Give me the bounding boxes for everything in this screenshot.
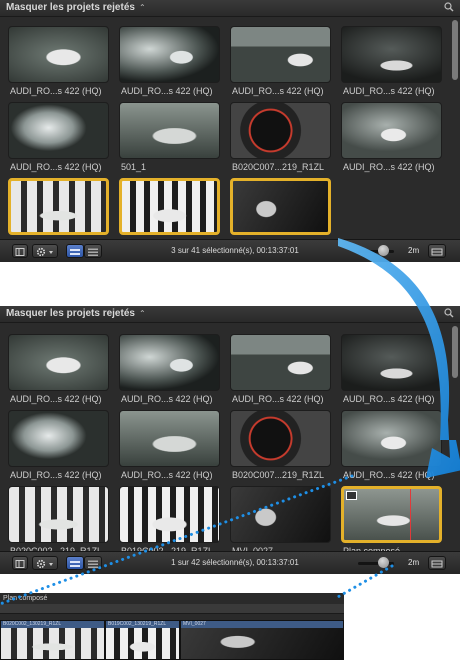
clip-name: AUDI_RO...s 422 (HQ) — [343, 394, 435, 404]
clip-preview-image — [119, 102, 220, 159]
filter-menu[interactable]: Masquer les projets rejetés ⌃ — [6, 2, 146, 14]
clip-name: 501_1 — [121, 162, 147, 172]
list-view-icon — [88, 248, 98, 256]
filter-menu[interactable]: Masquer les projets rejetés ⌃ — [6, 308, 146, 320]
filmstrip-view-button[interactable] — [66, 556, 84, 570]
clip-preview-image — [230, 486, 331, 543]
timeline-title: Plan composé — [3, 595, 48, 602]
selection-status: 3 sur 41 sélectionné(s), 00:13:37:01 — [171, 246, 299, 255]
clip-preview-image — [8, 410, 109, 467]
list-view-icon — [88, 560, 98, 568]
clip-preview-image — [119, 486, 220, 543]
selection-status: 1 sur 42 sélectionné(s), 00:13:37:01 — [171, 558, 299, 567]
clip-preview-image — [8, 102, 109, 159]
sidebar-toggle-button[interactable] — [12, 556, 28, 570]
clip-name: AUDI_RO...s 422 (HQ) — [343, 162, 435, 172]
zoom-slider-knob[interactable] — [378, 245, 389, 256]
clip-name: AUDI_RO...s 422 (HQ) — [343, 470, 435, 480]
duration-label: 2m — [408, 558, 420, 567]
clip-appearance-button[interactable] — [428, 556, 446, 570]
timeline-clip-name: B020C002_130219_R1ZL — [1, 621, 104, 628]
clip-preview-image — [341, 334, 442, 391]
clip-appearance-icon — [431, 560, 443, 568]
clip-name: AUDI_RO...s 422 (HQ) — [343, 86, 435, 96]
action-menu-button[interactable] — [32, 556, 58, 570]
timeline-clip[interactable]: B020C002_130219_R1ZL — [0, 620, 105, 660]
action-menu-button[interactable] — [32, 244, 58, 258]
filmstrip-view-icon — [70, 561, 80, 567]
browser-toolbar: 3 sur 41 sélectionné(s), 00:13:37:01 2m — [0, 239, 460, 262]
clip-preview-image — [341, 410, 442, 467]
clip-name: AUDI_RO...s 422 (HQ) — [121, 86, 213, 96]
compound-clip-timeline: Plan composé B020C002_130219_R1ZL B019C00… — [0, 593, 344, 660]
browser-toolbar: 1 sur 42 sélectionné(s), 00:13:37:01 2m — [0, 551, 460, 574]
clip-appearance-button[interactable] — [428, 244, 446, 258]
clip-preview-image — [119, 26, 220, 83]
clip-preview-image — [230, 102, 331, 159]
clip-preview-image — [341, 102, 442, 159]
browser-scrollbar[interactable] — [452, 326, 458, 378]
clip-name: AUDI_RO...s 422 (HQ) — [232, 86, 324, 96]
timeline-clip-name: B019C002_130219_R1ZL — [106, 621, 179, 628]
clip-name: AUDI_RO...s 422 (HQ) — [232, 394, 324, 404]
chevron-updown-icon: ⌃ — [138, 3, 146, 12]
list-view-button[interactable] — [84, 556, 102, 570]
clip-preview-image — [8, 26, 109, 83]
playhead-marker — [410, 489, 411, 540]
timeline-clip-name: MVI_0027 — [181, 621, 343, 628]
zoom-slider-knob[interactable] — [378, 557, 389, 568]
chevron-updown-icon: ⌃ — [138, 309, 146, 318]
duration-label: 2m — [408, 246, 420, 255]
clip-preview-image — [230, 334, 331, 391]
clip-preview-image — [341, 486, 442, 543]
sidebar-toggle-icon — [15, 248, 25, 256]
event-browser-after: Masquer les projets rejetés ⌃ AUDI_RO...s… — [0, 306, 460, 574]
clip-preview-image — [230, 26, 331, 83]
clip-preview-image — [230, 178, 331, 235]
browser-scrollbar[interactable] — [452, 20, 458, 80]
filter-menu-label: Masquer les projets rejetés — [6, 2, 135, 13]
clip-name: AUDI_RO...s 422 (HQ) — [10, 86, 102, 96]
gear-icon — [36, 247, 53, 257]
search-icon[interactable] — [444, 2, 454, 12]
clip-preview-image — [230, 410, 331, 467]
clip-name: AUDI_RO...s 422 (HQ) — [121, 394, 213, 404]
gear-icon — [36, 559, 53, 569]
clip-preview-image — [8, 178, 109, 235]
clip-name: B020C007...219_R1ZL — [232, 470, 325, 480]
filter-menu-label: Masquer les projets rejetés — [6, 308, 135, 319]
compound-clip-icon — [346, 491, 357, 500]
clip-preview-image — [8, 334, 109, 391]
clip-appearance-icon — [431, 248, 443, 256]
list-view-button[interactable] — [84, 244, 102, 258]
timeline-clip[interactable]: B019C002_130219_R1ZL — [105, 620, 180, 660]
clip-name: B020C007...219_R1ZL — [232, 162, 325, 172]
clip-preview-image — [119, 178, 220, 235]
timeline-track: B020C002_130219_R1ZL B019C002_130219_R1ZL… — [0, 620, 344, 660]
sidebar-toggle-button[interactable] — [12, 244, 28, 258]
filmstrip-view-icon — [70, 249, 80, 255]
clip-preview-image — [341, 26, 442, 83]
filmstrip-view-button[interactable] — [66, 244, 84, 258]
clip-preview-image — [8, 486, 109, 543]
sidebar-toggle-icon — [15, 560, 25, 568]
event-browser-before: Masquer les projets rejetés ⌃ AUDI_RO...s… — [0, 0, 460, 262]
clip-preview-image — [119, 410, 220, 467]
timeline-clip[interactable]: MVI_0027 — [180, 620, 344, 660]
clip-preview-image — [119, 334, 220, 391]
clip-name: AUDI_RO...s 422 (HQ) — [121, 470, 213, 480]
search-icon[interactable] — [444, 308, 454, 318]
timeline-ruler[interactable] — [0, 604, 344, 614]
clip-name: AUDI_RO...s 422 (HQ) — [10, 394, 102, 404]
clip-name: AUDI_RO...s 422 (HQ) — [10, 470, 102, 480]
browser-header: Masquer les projets rejetés ⌃ — [0, 306, 460, 323]
clip-name: AUDI_RO...s 422 (HQ) — [10, 162, 102, 172]
browser-header: Masquer les projets rejetés ⌃ — [0, 0, 460, 17]
